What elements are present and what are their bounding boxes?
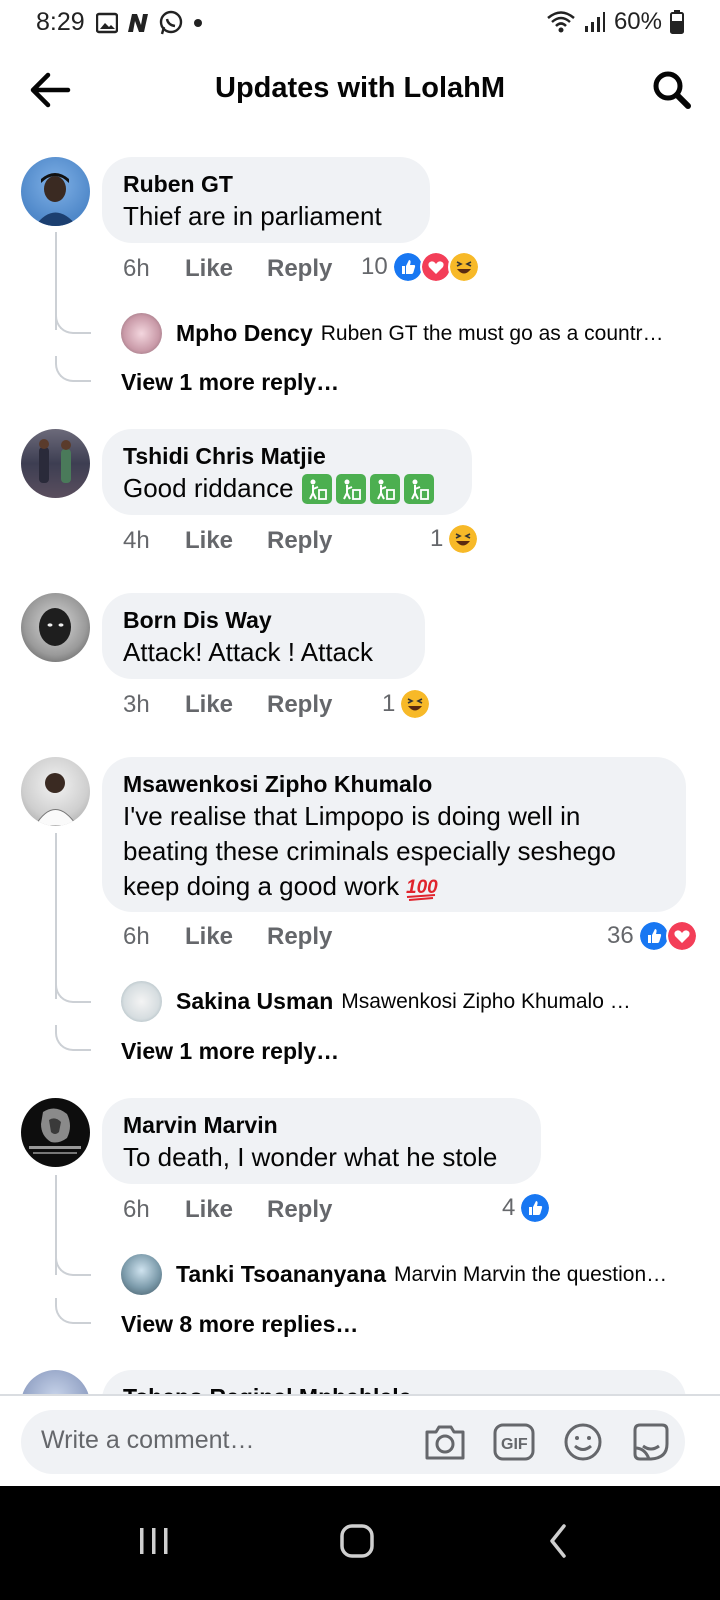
comment-author[interactable]: Tshepo Reginal Mphahlele [123,1382,664,1394]
comment-item: Tshepo Reginal Mphahlele [0,0,720,1394]
comment-placeholder: Write a comment… [41,1426,255,1454]
system-nav-bar [0,1486,720,1600]
camera-icon[interactable] [423,1422,467,1462]
emoji-icon[interactable] [561,1422,605,1462]
home-icon[interactable] [336,1522,380,1562]
back-icon[interactable] [540,1522,584,1562]
comment-bubble[interactable]: Tshepo Reginal Mphahlele [102,1370,686,1394]
avatar[interactable] [21,1370,90,1394]
comment-input[interactable]: Write a comment… GIF [21,1410,685,1474]
gif-icon[interactable]: GIF [492,1422,536,1462]
svg-text:GIF: GIF [501,1436,528,1453]
sticker-icon[interactable] [629,1422,673,1462]
comment-composer-bar: Write a comment… GIF [0,1394,720,1488]
recent-apps-icon[interactable] [132,1522,176,1562]
